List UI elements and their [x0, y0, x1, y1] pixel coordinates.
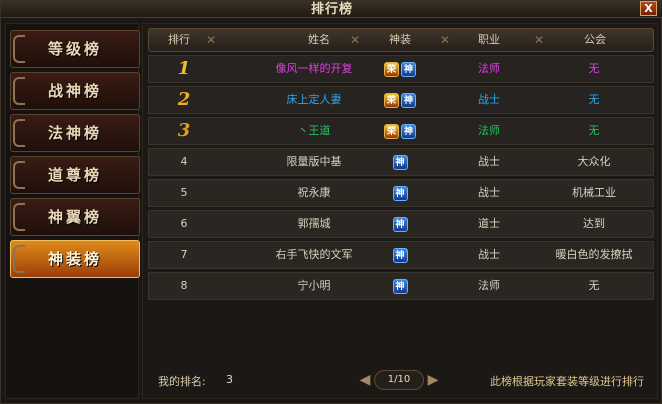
equip-cell: 荣神 — [367, 56, 433, 82]
honor-equip-icon[interactable]: 荣 — [384, 92, 399, 108]
sidebar-tab-label: 战神榜 — [47, 82, 102, 100]
table-row[interactable]: 3 丶王道荣神法师无 — [148, 117, 654, 145]
header-job: 职业 — [478, 33, 500, 46]
job-cell: 战士 — [478, 248, 500, 261]
guild-cell: 无 — [588, 124, 600, 137]
divine-equip-icon[interactable]: 神 — [392, 216, 408, 232]
equip-cell: 神 — [367, 211, 433, 237]
prev-page-icon[interactable]: ◀ — [358, 369, 372, 391]
rank-cell: 3 — [177, 120, 191, 141]
job-cell: 法师 — [478, 62, 500, 75]
table-row[interactable]: 6 郭孺城神道士 达到 — [148, 210, 654, 238]
rank-cell: 2 — [177, 89, 191, 110]
equip-cell: 神 — [367, 273, 433, 299]
sidebar-tab-label: 道尊榜 — [47, 166, 102, 184]
job-cell: 战士 — [478, 186, 500, 199]
rank-cell: 5 — [180, 186, 188, 199]
table-header: 排行 ✕ 姓名 ✕ 神装 ✕ 职业 ✕ 公会 — [148, 28, 654, 52]
sidebar-tab-label: 神装榜 — [47, 250, 102, 268]
rank-cell: 7 — [180, 248, 188, 261]
sidebar-tab-label: 等级榜 — [47, 40, 102, 58]
table-row[interactable]: 8 宁小明神法师无 — [148, 272, 654, 300]
table-row[interactable]: 1 像风一样的开复荣神法师无 — [148, 55, 654, 83]
guild-cell: 大众化 — [577, 155, 611, 168]
my-rank-value: 3 — [226, 373, 233, 386]
table-row[interactable]: 5 祝永康神战士 机械工业 — [148, 179, 654, 207]
equip-cell: 神 — [367, 180, 433, 206]
rank-cell: 8 — [180, 279, 188, 292]
header-guild: 公会 — [584, 33, 606, 46]
job-cell: 道士 — [478, 217, 500, 230]
table-row[interactable]: 7 右手飞快的文军神战士 暖白色的发撩拭 — [148, 241, 654, 269]
title-bar: 排行榜 X — [1, 1, 662, 18]
equip-cell: 神 — [367, 242, 433, 268]
window-title: 排行榜 — [310, 2, 353, 17]
sidebar-tab-4[interactable]: 神翼榜 — [10, 198, 140, 236]
table-row[interactable]: 2 床上定人妻荣神战士无 — [148, 86, 654, 114]
pager: ◀ 1/10 ▶ — [358, 369, 440, 391]
ranking-panel: 排行 ✕ 姓名 ✕ 神装 ✕ 职业 ✕ 公会 1 像风一样的开复荣神法师无 2 床上定… — [142, 23, 658, 399]
rank-cell: 4 — [180, 155, 188, 168]
sidebar-tab-label: 法神榜 — [47, 124, 102, 142]
equip-cell: 荣神 — [367, 87, 433, 113]
divine-equip-icon[interactable]: 神 — [392, 247, 408, 263]
sidebar-tab-3[interactable]: 道尊榜 — [10, 156, 140, 194]
guild-cell: 暖白色的发撩拭 — [555, 248, 633, 261]
divine-equip-icon[interactable]: 神 — [392, 278, 408, 294]
job-cell: 战士 — [478, 155, 500, 168]
sidebar-tab-label: 神翼榜 — [47, 208, 102, 226]
sidebar-tab-1[interactable]: 战神榜 — [10, 72, 140, 110]
divine-equip-icon[interactable]: 神 — [401, 92, 416, 108]
sidebar-tab-2[interactable]: 法神榜 — [10, 114, 140, 152]
honor-equip-icon[interactable]: 荣 — [384, 61, 399, 77]
guild-cell: 无 — [588, 93, 600, 106]
next-page-icon[interactable]: ▶ — [426, 369, 440, 391]
category-sidebar: 等级榜战神榜法神榜道尊榜神翼榜神装榜 — [5, 23, 140, 399]
page-indicator: 1/10 — [374, 370, 424, 390]
divine-equip-icon[interactable]: 神 — [401, 61, 416, 77]
rank-cell: 1 — [177, 58, 191, 79]
header-separator-icon: ✕ — [205, 33, 217, 47]
sidebar-tab-5[interactable]: 神装榜 — [10, 240, 140, 278]
equip-cell: 荣神 — [367, 118, 433, 144]
my-rank-label: 我的排名: — [158, 375, 206, 388]
divine-equip-icon[interactable]: 神 — [392, 154, 408, 170]
guild-cell: 无 — [588, 62, 600, 75]
ranking-note: 此榜根据玩家套装等级进行排行 — [490, 375, 644, 388]
equip-cell: 神 — [367, 149, 433, 175]
header-separator-icon: ✕ — [533, 33, 545, 47]
divine-equip-icon[interactable]: 神 — [401, 123, 416, 139]
header-separator-icon: ✕ — [349, 33, 361, 47]
sidebar-tab-0[interactable]: 等级榜 — [10, 30, 140, 68]
guild-cell: 达到 — [583, 217, 605, 230]
rank-cell: 6 — [180, 217, 188, 230]
divine-equip-icon[interactable]: 神 — [392, 185, 408, 201]
header-rank: 排行 — [168, 33, 190, 46]
guild-cell: 机械工业 — [572, 186, 616, 199]
table-footer: 我的排名: 3 ◀ 1/10 ▶ 此榜根据玩家套装等级进行排行 — [148, 367, 654, 395]
ranking-window: 排行榜 X 等级榜战神榜法神榜道尊榜神翼榜神装榜 排行 ✕ 姓名 ✕ 神装 ✕ … — [0, 0, 662, 404]
header-equip: 神装 — [389, 33, 411, 46]
job-cell: 法师 — [478, 124, 500, 137]
honor-equip-icon[interactable]: 荣 — [384, 123, 399, 139]
close-button[interactable]: X — [640, 1, 657, 16]
table-row[interactable]: 4 限量版中基神战士 大众化 — [148, 148, 654, 176]
guild-cell: 无 — [588, 279, 600, 292]
job-cell: 法师 — [478, 279, 500, 292]
job-cell: 战士 — [478, 93, 500, 106]
